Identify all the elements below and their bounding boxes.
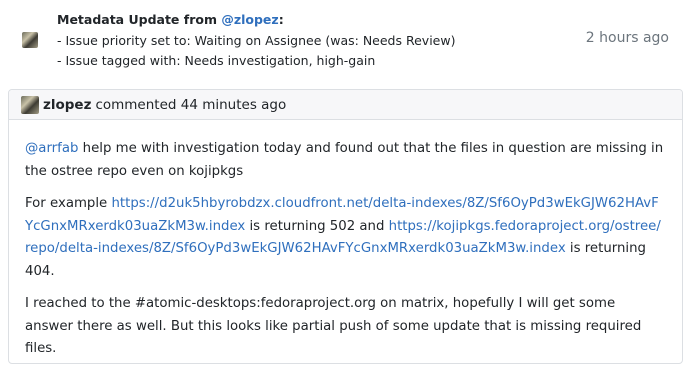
paragraph-text: For example xyxy=(25,196,112,211)
metadata-timestamp[interactable]: 2 hours ago xyxy=(586,30,669,46)
metadata-title-prefix: Metadata Update from xyxy=(57,12,222,27)
comment-paragraph: @arrfab help me with investigation today… xyxy=(25,138,666,183)
comment-action: commented xyxy=(95,96,177,113)
mention-link[interactable]: @arrfab xyxy=(25,141,78,156)
avatar[interactable] xyxy=(22,32,38,48)
comment-timestamp[interactable]: 44 minutes ago xyxy=(181,97,287,113)
comment-paragraph: For example https://d2uk5hbyrobdzx.cloud… xyxy=(25,193,666,283)
comment-author[interactable]: zlopez xyxy=(43,97,91,113)
metadata-title-suffix: : xyxy=(278,12,284,27)
metadata-update-entry: Metadata Update from @zlopez: - Issue pr… xyxy=(0,0,690,84)
metadata-update-title: Metadata Update from @zlopez: xyxy=(57,10,455,31)
user-link[interactable]: @zlopez xyxy=(221,12,278,27)
comment-header: zlopez commented 44 minutes ago xyxy=(9,90,682,120)
paragraph-text: help me with investigation today and fou… xyxy=(25,141,664,179)
avatar[interactable] xyxy=(21,95,39,114)
comment-card: zlopez commented 44 minutes ago @arrfab … xyxy=(8,89,683,364)
metadata-update-text: Metadata Update from @zlopez: - Issue pr… xyxy=(57,10,455,72)
comment-body: @arrfab help me with investigation today… xyxy=(9,120,682,361)
metadata-line-tags: - Issue tagged with: Needs investigation… xyxy=(57,53,376,68)
paragraph-text: is returning 502 and xyxy=(245,218,389,234)
metadata-line-priority: - Issue priority set to: Waiting on Assi… xyxy=(57,32,456,48)
comment-paragraph: I reached to the #atomic-desktops:fedora… xyxy=(25,296,642,356)
